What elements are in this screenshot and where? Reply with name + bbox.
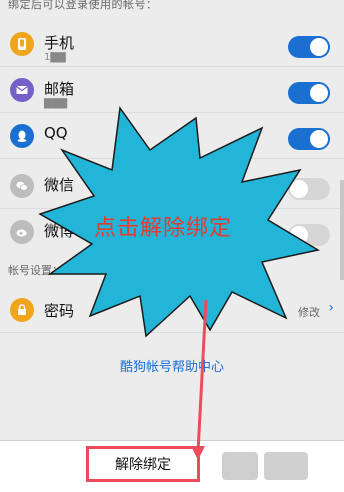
toggle-knob [310,84,328,102]
weibo-icon [10,220,34,244]
account-value-phone: 1▇▇ [44,52,66,63]
chevron-right-icon: › [328,300,334,316]
account-label-phone: 手机 [44,34,75,52]
blurred-region [264,452,308,480]
lock-icon [10,298,34,322]
wechat-binding-toggle[interactable] [288,178,330,200]
account-label-qq: QQ [44,124,68,142]
phone-icon [10,32,34,56]
mail-binding-toggle[interactable] [288,82,330,104]
toggle-knob [310,38,328,56]
account-row-wechat: 微信 [0,162,344,208]
toggle-knob [290,180,308,198]
help-center-link[interactable]: 酷狗帐号帮助中心 [0,356,344,375]
divider [0,158,344,159]
mail-icon [10,78,34,102]
account-label-mail: 邮箱 [44,80,75,98]
wechat-icon [10,174,34,198]
account-label-weibo: 微博 [44,222,75,240]
account-row-phone: 手机 1▇▇ [0,20,344,66]
account-row-qq: QQ [0,112,344,158]
account-row-mail: 邮箱 ▇▇▇ [0,66,344,112]
password-edit-link[interactable]: 修改 [298,304,320,320]
blurred-region [222,452,258,480]
toggle-knob [290,226,308,244]
phone-binding-toggle[interactable] [288,36,330,58]
weibo-binding-toggle[interactable] [288,224,330,246]
password-row[interactable]: 密码 [0,286,344,332]
account-value-mail: ▇▇▇ [44,98,68,109]
unbind-button[interactable]: 解除绑定 [86,446,200,482]
account-binding-screen: 绑定后可以登录使用的帐号： 手机 1▇▇ 邮箱 ▇▇▇ QQ 微信 微博 帐号设… [0,0,344,492]
account-label-wechat: 微信 [44,176,75,194]
divider [0,332,344,333]
toggle-knob [310,130,328,148]
qq-icon [10,124,34,148]
password-label: 密码 [44,302,75,320]
account-settings-title: 帐号设置： [8,264,63,277]
binding-hint: 绑定后可以登录使用的帐号： [8,0,158,11]
scrollbar[interactable] [340,180,344,280]
callout-instruction: 点击解除绑定 [94,216,233,241]
qq-binding-toggle[interactable] [288,128,330,150]
